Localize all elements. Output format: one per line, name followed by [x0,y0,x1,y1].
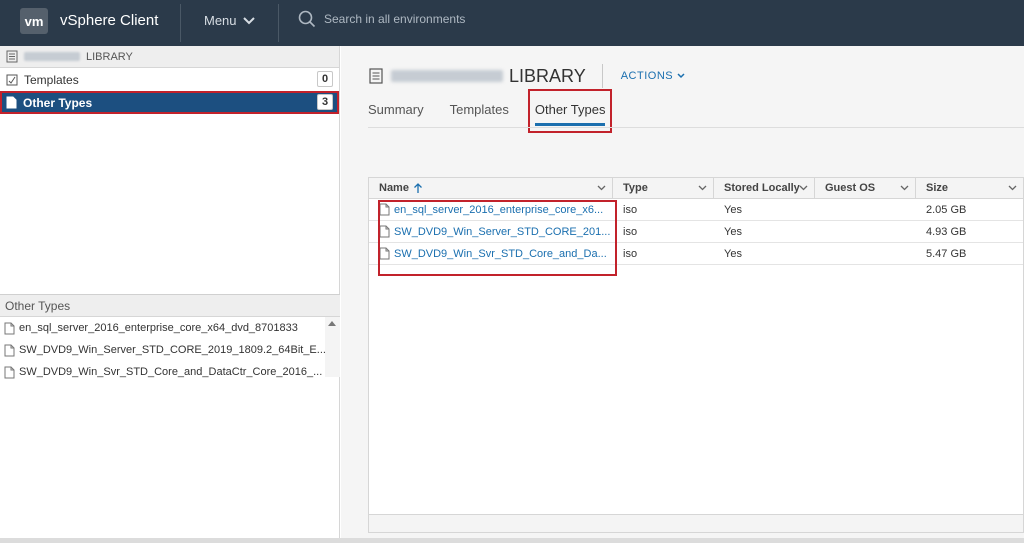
scroll-up-arrow-icon[interactable] [328,321,336,326]
column-header-guest-os[interactable]: Guest OS [815,178,916,198]
file-icon [379,247,390,260]
column-header-type[interactable]: Type [613,178,714,198]
redacted-library-name [391,70,503,82]
library-icon [6,50,18,63]
menu-label: Menu [204,13,237,28]
column-label: Size [926,182,949,194]
chevron-down-icon [677,73,685,79]
vm-logo[interactable]: vm [20,8,48,34]
template-icon [6,74,18,85]
other-types-panel-title: Other Types [0,295,340,317]
size-cell: 2.05 GB [926,203,967,216]
count-badge: 3 [317,94,333,110]
column-header-stored-locally[interactable]: Stored Locally [714,178,815,198]
chevron-down-icon[interactable] [1008,183,1017,192]
page-title-label: LIBRARY [509,65,586,86]
library-label: LIBRARY [86,50,133,63]
chevron-down-icon[interactable] [597,183,606,192]
list-item[interactable]: SW_DVD9_Win_Server_STD_CORE_2019_1809.2_… [0,339,326,361]
title-divider [601,64,603,88]
guest-os-cell [815,199,916,220]
sidebar-item-other-types[interactable]: Other Types 3 [0,91,339,114]
header-divider [278,4,279,42]
name-cell[interactable]: en_sql_server_2016_enterprise_core_x6... [369,199,613,220]
file-icon [379,203,390,216]
top-header: vm vSphere Client Menu Search in all env… [0,0,1024,46]
count-badge: 0 [317,71,333,87]
app-title[interactable]: vSphere Client [60,12,158,29]
main-content: LIBRARY ACTIONS Summary Templates Other … [341,46,1024,543]
tab-summary[interactable]: Summary [368,96,424,126]
sort-ascending-icon [414,182,422,193]
sidebar-item-templates[interactable]: Templates 0 [0,68,339,91]
file-name-link[interactable]: en_sql_server_2016_enterprise_core_x6... [394,204,603,216]
files-grid: Name Type Stored Locally Guest OS Size e… [368,177,1024,533]
type-cell: iso [623,203,638,216]
table-row[interactable]: en_sql_server_2016_enterprise_core_x6...… [369,199,1023,221]
library-tree-header[interactable]: LIBRARY [0,46,339,68]
global-search[interactable]: Search in all environments [298,10,465,28]
tab-other-types[interactable]: Other Types [527,89,613,133]
column-header-size[interactable]: Size [916,178,1023,198]
redacted-library-name [24,52,80,61]
column-label: Stored Locally [724,182,800,194]
list-item[interactable]: SW_DVD9_Win_Svr_STD_Core_and_DataCtr_Cor… [0,361,326,383]
size-cell: 4.93 GB [926,225,967,238]
grid-footer [369,514,1023,532]
list-item-label: en_sql_server_2016_enterprise_core_x64_d… [19,322,298,334]
guest-os-cell [815,243,916,264]
name-cell[interactable]: SW_DVD9_Win_Server_STD_CORE_201... [369,221,613,242]
actions-menu[interactable]: ACTIONS [621,70,685,82]
column-header-name[interactable]: Name [369,178,613,198]
column-label: Guest OS [825,182,876,194]
header-divider [180,4,181,42]
page-title: LIBRARY [391,66,586,87]
left-panel: LIBRARY Templates 0 Other Types 3 Other … [0,46,340,543]
file-name-link[interactable]: SW_DVD9_Win_Server_STD_CORE_201... [394,226,610,238]
chevron-down-icon [242,16,255,24]
file-icon [4,344,15,356]
search-placeholder: Search in all environments [324,12,466,26]
file-icon [4,366,15,378]
sidebar-item-label: Other Types [23,95,93,110]
other-types-list: en_sql_server_2016_enterprise_core_x64_d… [0,317,340,383]
guest-os-cell [815,221,916,242]
menu-button[interactable]: Menu [204,13,255,28]
size-cell: 5.47 GB [926,247,967,260]
scrollbar[interactable] [325,317,340,377]
grid-header: Name Type Stored Locally Guest OS Size [369,178,1023,199]
stored-locally-cell: Yes [724,247,742,260]
stored-locally-cell: Yes [724,225,742,238]
chevron-down-icon[interactable] [698,183,707,192]
list-item[interactable]: en_sql_server_2016_enterprise_core_x64_d… [0,317,326,339]
tab-underline-divider [368,127,1024,128]
page-title-row: LIBRARY ACTIONS [369,64,685,88]
sidebar-item-label: Templates [24,72,79,87]
name-cell[interactable]: SW_DVD9_Win_Svr_STD_Core_and_Da... [369,243,613,264]
chevron-down-icon[interactable] [799,183,808,192]
type-cell: iso [623,225,638,238]
tab-templates[interactable]: Templates [450,96,509,126]
table-row[interactable]: SW_DVD9_Win_Server_STD_CORE_201... iso Y… [369,221,1023,243]
search-icon [298,10,316,28]
bottom-strip [0,538,1024,543]
list-item-label: SW_DVD9_Win_Server_STD_CORE_2019_1809.2_… [19,344,326,356]
chevron-down-icon[interactable] [900,183,909,192]
library-icon [369,68,383,84]
actions-label: ACTIONS [620,70,674,82]
column-label: Type [623,182,648,194]
stored-locally-cell: Yes [724,203,742,216]
column-label: Name [379,182,409,194]
file-icon [4,322,15,334]
list-item-label: SW_DVD9_Win_Svr_STD_Core_and_DataCtr_Cor… [19,366,323,378]
type-cell: iso [623,247,638,260]
file-name-link[interactable]: SW_DVD9_Win_Svr_STD_Core_and_Da... [394,248,607,260]
file-icon [379,225,390,238]
file-icon [6,96,17,109]
table-row[interactable]: SW_DVD9_Win_Svr_STD_Core_and_Da... iso Y… [369,243,1023,265]
tab-bar: Summary Templates Other Types [368,89,631,133]
